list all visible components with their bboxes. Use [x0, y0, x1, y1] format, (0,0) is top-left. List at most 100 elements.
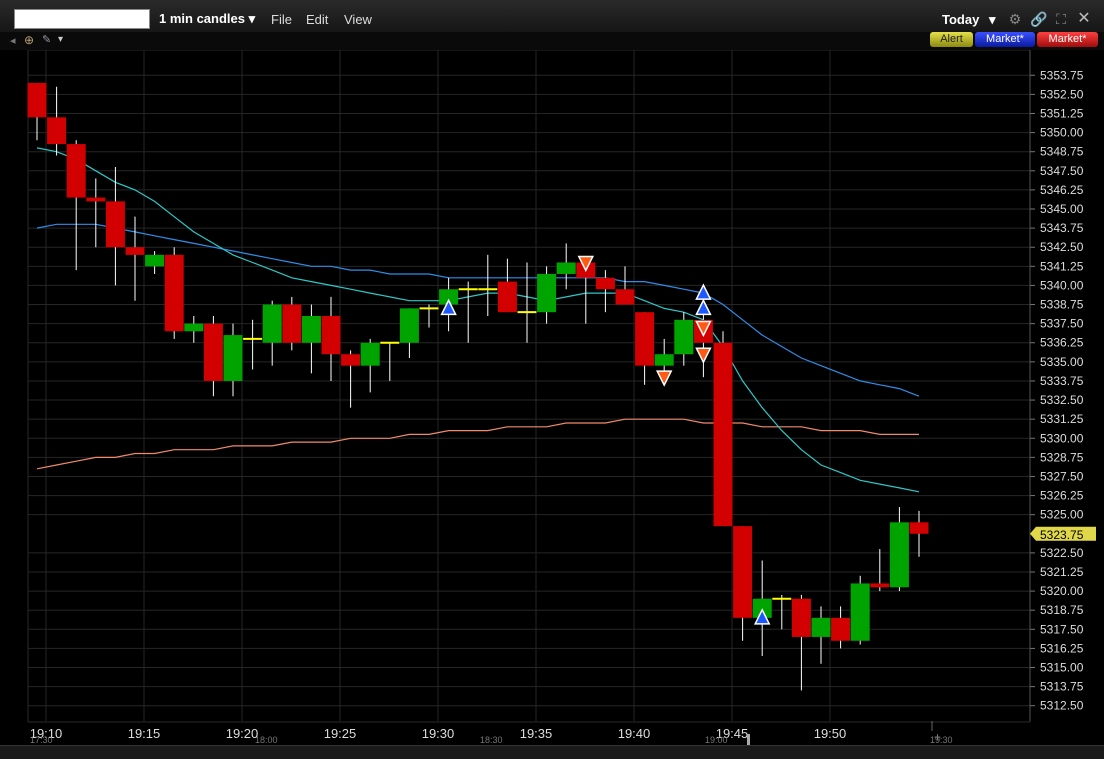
y-tick-label: 5340.00: [1040, 278, 1084, 292]
y-tick-label: 5341.25: [1040, 259, 1084, 273]
y-tick-label: 5327.50: [1040, 469, 1084, 483]
candle-down: [203, 323, 223, 381]
y-tick-label: 5347.50: [1040, 164, 1084, 178]
menu-view-label: View: [344, 12, 372, 27]
y-tick-label: 5312.50: [1040, 699, 1084, 713]
y-tick-label: 5331.25: [1040, 412, 1084, 426]
y-tick-label: 5328.75: [1040, 450, 1084, 464]
candle-up: [674, 319, 694, 355]
y-tick-label: 5330.00: [1040, 431, 1084, 445]
menu-edit-label: Edit: [306, 12, 329, 27]
x-tick-label: 19:25: [324, 726, 357, 741]
candle-up: [556, 262, 576, 274]
candle-down: [595, 277, 615, 290]
x-tick-label: 19:35: [520, 726, 553, 741]
period-label: Today: [942, 12, 980, 27]
y-tick-label: 5353.75: [1040, 68, 1084, 82]
market-buy-button[interactable]: Market*: [975, 32, 1035, 47]
chevron-down-icon: ▾: [248, 11, 256, 26]
current-price-label: 5323.75: [1040, 528, 1084, 542]
navigator-tick-label: 19:30: [930, 735, 953, 745]
navigator-tick-label: 19:00: [705, 735, 728, 745]
y-tick-label: 5315.00: [1040, 661, 1084, 675]
symbol-input[interactable]: [14, 9, 150, 29]
candle-up: [811, 617, 831, 637]
y-tick-label: 5345.00: [1040, 202, 1084, 216]
chevron-down-icon: ▾: [988, 12, 996, 27]
candle-down: [47, 117, 67, 145]
candle-down: [713, 342, 733, 527]
x-tick-label: 19:20: [226, 726, 259, 741]
crosshair-icon[interactable]: ⊕: [24, 33, 34, 47]
gear-icon[interactable]: ⚙: [1007, 11, 1023, 27]
candle-up: [262, 304, 282, 343]
y-tick-label: 5350.00: [1040, 126, 1084, 140]
candle-up: [223, 335, 243, 381]
navigator-tick-label: 18:00: [255, 735, 278, 745]
y-tick-label: 5338.75: [1040, 298, 1084, 312]
y-tick-label: 5351.25: [1040, 106, 1084, 120]
candle-down: [125, 247, 145, 255]
menu-file-label: File: [271, 12, 292, 27]
candle-down: [497, 281, 517, 313]
candle-down: [164, 254, 184, 332]
menu-edit[interactable]: Edit: [306, 12, 328, 27]
chart-toolbar: 1 min candles ▾ File Edit View Today ▾ ⚙…: [0, 0, 1104, 33]
y-tick-label: 5348.75: [1040, 145, 1084, 159]
y-tick-label: 5332.50: [1040, 393, 1084, 407]
y-tick-label: 5326.25: [1040, 489, 1084, 503]
candle-down: [321, 315, 341, 355]
candle-down: [635, 312, 655, 366]
interval-label: 1 min candles: [159, 11, 245, 26]
candle-up: [184, 323, 204, 332]
y-tick-label: 5321.25: [1040, 565, 1084, 579]
candle-down: [66, 144, 86, 198]
plot-area: [27, 50, 1031, 723]
y-tick-label: 5335.00: [1040, 355, 1084, 369]
x-tick-label: 19:30: [422, 726, 455, 741]
candle-down: [86, 197, 106, 202]
x-tick-label: 19:15: [128, 726, 161, 741]
x-tick-label: 19:40: [618, 726, 651, 741]
y-tick-label: 5318.75: [1040, 603, 1084, 617]
candle-down: [733, 526, 753, 618]
candle-up: [301, 315, 321, 343]
collapse-icon[interactable]: ◂: [10, 34, 16, 47]
chevron-down-icon[interactable]: ▾: [58, 34, 63, 45]
y-tick-label: 5343.75: [1040, 221, 1084, 235]
menu-file[interactable]: File: [271, 12, 292, 27]
y-tick-label: 5316.25: [1040, 641, 1084, 655]
navigator-handle: [747, 734, 750, 745]
y-tick-label: 5325.00: [1040, 508, 1084, 522]
candle-down: [105, 201, 125, 248]
time-navigator[interactable]: [0, 745, 1104, 759]
link-icon[interactable]: 🔗: [1030, 11, 1047, 27]
y-tick-label: 5322.50: [1040, 546, 1084, 560]
alert-button[interactable]: Alert: [930, 32, 973, 47]
candle-down: [341, 354, 361, 366]
candle-up: [145, 254, 165, 267]
candle-down: [282, 304, 302, 343]
y-tick-label: 5320.00: [1040, 584, 1084, 598]
interval-dropdown[interactable]: 1 min candles ▾: [159, 11, 255, 27]
y-tick-label: 5317.50: [1040, 622, 1084, 636]
candle-up: [537, 273, 557, 313]
candle-up: [889, 522, 909, 588]
y-tick-label: 5336.25: [1040, 336, 1084, 350]
menu-view[interactable]: View: [344, 12, 372, 27]
y-tick-label: 5333.75: [1040, 374, 1084, 388]
close-icon[interactable]: ✕: [1076, 11, 1092, 27]
market-sell-button[interactable]: Market*: [1037, 32, 1098, 47]
y-tick-label: 5352.50: [1040, 87, 1084, 101]
price-chart[interactable]: 5353.75 5352.50 5351.25 5350.00 5348.75 5347.…: [0, 50, 1104, 745]
expand-icon[interactable]: ⛶: [1053, 11, 1069, 27]
navigator-tick-label: 18:30: [480, 735, 503, 745]
draw-tool-icon[interactable]: ✎: [42, 33, 51, 46]
candle-down: [27, 82, 47, 118]
y-tick-label: 5346.25: [1040, 183, 1084, 197]
candle-down: [615, 289, 635, 305]
period-dropdown[interactable]: Today ▾: [942, 12, 995, 28]
y-tick-label: 5313.75: [1040, 680, 1084, 694]
candle-up: [399, 308, 419, 343]
candle-up: [360, 342, 380, 366]
